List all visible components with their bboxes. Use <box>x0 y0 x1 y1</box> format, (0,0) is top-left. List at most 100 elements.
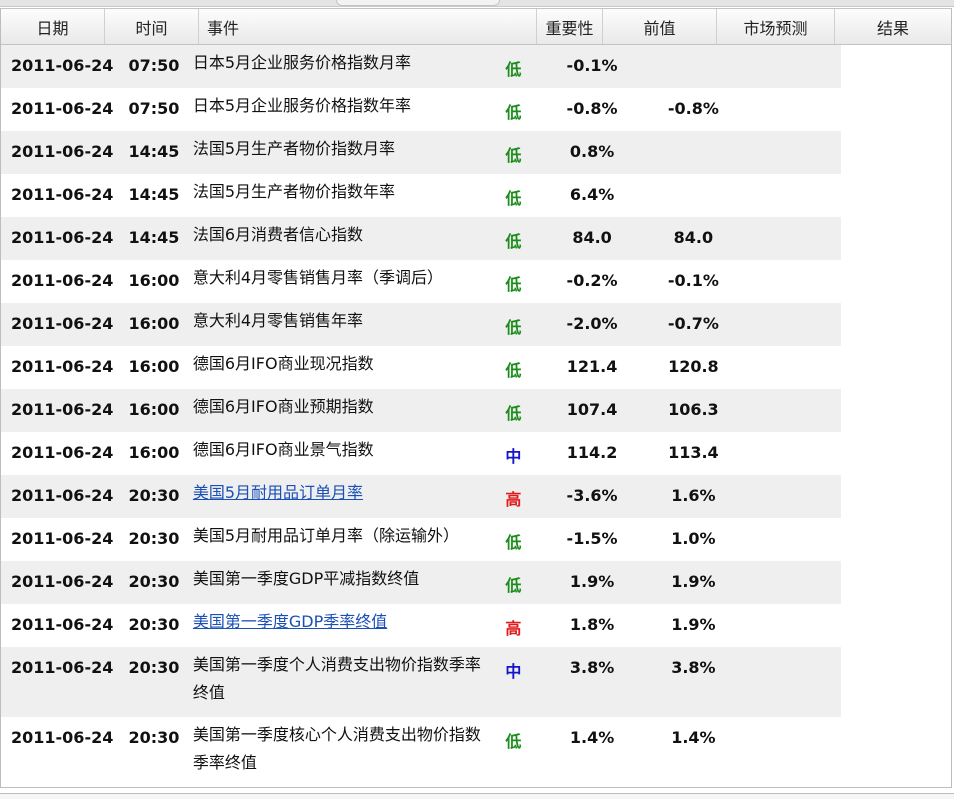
cell-forecast: 1.4% <box>671 728 716 747</box>
cell-date: 2011-06-24 <box>11 529 114 548</box>
importance-badge: 低 <box>505 189 522 208</box>
table-row: 2011-06-24 14:45 法国6月消费者信心指数 低 84.0 84.0 <box>1 217 951 260</box>
cell-event: 美国第一季度个人消费支出物价指数季率终值 <box>189 647 485 717</box>
table-row: 2011-06-24 16:00 意大利4月零售销售月率（季调后） 低 -0.2% -0.… <box>1 260 951 303</box>
cell-result <box>745 217 841 260</box>
cell-event: 德国6月IFO商业现况指数 <box>189 346 485 389</box>
cell-time: 20:30 <box>128 572 180 591</box>
event-name: 意大利4月零售销售年率 <box>192 311 364 330</box>
event-name: 法国5月生产者物价指数年率 <box>192 182 396 201</box>
cell-previous: -0.1% <box>566 56 618 75</box>
cell-forecast <box>642 131 745 174</box>
cell-result <box>745 174 841 217</box>
table-row: 2011-06-24 07:50 日本5月企业服务价格指数月率 低 -0.1% <box>1 45 951 88</box>
event-name: 美国第一季度个人消费支出物价指数季率终值 <box>192 655 481 702</box>
event-name: 日本5月企业服务价格指数月率 <box>192 53 412 72</box>
cell-date: 2011-06-24 <box>11 185 114 204</box>
row-cells: 2011-06-24 20:30 美国5月耐用品订单月率（除运输外） 低 -1.5% 1.… <box>1 518 841 561</box>
table-row: 2011-06-24 16:00 德国6月IFO商业景气指数 中 114.2 113.4 <box>1 432 951 475</box>
event-name: 德国6月IFO商业景气指数 <box>192 440 374 459</box>
row-cells: 2011-06-24 20:30 美国第一季度核心个人消费支出物价指数季率终值 低 1.… <box>1 717 841 787</box>
window-bottom-edge <box>0 793 954 799</box>
table-row: 2011-06-24 20:30 美国5月耐用品订单月率 高 -3.6% 1.6% <box>1 475 951 518</box>
row-cells: 2011-06-24 20:30 美国第一季度GDP季率终值 高 1.8% 1.9% <box>1 604 841 647</box>
importance-badge: 低 <box>505 232 522 251</box>
cell-result <box>745 475 841 518</box>
importance-badge: 高 <box>505 619 522 638</box>
cell-forecast: 120.8 <box>668 357 719 376</box>
importance-badge: 低 <box>505 576 522 595</box>
cell-previous: 3.8% <box>569 658 615 677</box>
event-name: 美国第一季度GDP平减指数终值 <box>192 569 420 588</box>
table-row: 2011-06-24 20:30 美国第一季度GDP季率终值 高 1.8% 1.9% <box>1 604 951 647</box>
table-row: 2011-06-24 07:50 日本5月企业服务价格指数年率 低 -0.8% -0.8% <box>1 88 951 131</box>
cell-time: 16:00 <box>128 443 180 462</box>
tab-notch <box>336 0 500 6</box>
event-name: 意大利4月零售销售月率（季调后） <box>192 268 444 287</box>
cell-result <box>745 647 841 717</box>
row-cells: 2011-06-24 07:50 日本5月企业服务价格指数月率 低 -0.1% <box>1 45 841 88</box>
cell-date: 2011-06-24 <box>11 99 114 118</box>
cell-previous: -0.8% <box>566 99 618 118</box>
event-link[interactable]: 美国第一季度GDP季率终值 <box>193 612 387 631</box>
cell-time: 20:30 <box>128 529 180 548</box>
cell-date: 2011-06-24 <box>11 658 114 677</box>
cell-previous: 114.2 <box>566 443 618 462</box>
cell-time: 16:00 <box>128 314 180 333</box>
row-cells: 2011-06-24 16:00 意大利4月零售销售年率 低 -2.0% -0.7% <box>1 303 841 346</box>
cell-result <box>745 260 841 303</box>
row-cells: 2011-06-24 20:30 美国第一季度个人消费支出物价指数季率终值 中 3.8%… <box>1 647 841 717</box>
importance-badge: 低 <box>505 103 522 122</box>
cell-forecast <box>642 45 745 88</box>
cell-time: 20:30 <box>128 728 180 747</box>
cell-forecast: 3.8% <box>671 658 716 677</box>
cell-forecast: -0.8% <box>667 99 719 118</box>
cell-date: 2011-06-24 <box>11 572 114 591</box>
cell-event: 意大利4月零售销售月率（季调后） <box>189 260 485 303</box>
importance-badge: 中 <box>505 662 522 681</box>
cell-forecast: -0.1% <box>667 271 719 290</box>
cell-result <box>745 389 841 432</box>
cell-date: 2011-06-24 <box>11 443 114 462</box>
row-cells: 2011-06-24 16:00 德国6月IFO商业景气指数 中 114.2 113.4 <box>1 432 841 475</box>
cell-event: 美国5月耐用品订单月率 <box>189 475 485 518</box>
cell-previous: 0.8% <box>569 142 615 161</box>
cell-result <box>745 432 841 475</box>
cell-previous: 107.4 <box>566 400 618 419</box>
table-body: 2011-06-24 07:50 日本5月企业服务价格指数月率低 -0.1% 2011-… <box>1 45 951 787</box>
cell-time: 14:45 <box>128 185 180 204</box>
cell-event: 美国第一季度GDP季率终值 <box>189 604 485 647</box>
cell-result <box>745 88 841 131</box>
table-row: 2011-06-24 14:45 法国5月生产者物价指数月率 低 0.8% <box>1 131 951 174</box>
cell-result <box>745 303 841 346</box>
cell-forecast: -0.7% <box>667 314 719 333</box>
event-link[interactable]: 美国5月耐用品订单月率 <box>193 483 363 502</box>
header-event: 事件 <box>199 9 537 44</box>
cell-result <box>745 518 841 561</box>
table-row: 2011-06-24 20:30 美国5月耐用品订单月率（除运输外） 低 -1.5% 1.… <box>1 518 951 561</box>
importance-badge: 高 <box>505 490 522 509</box>
cell-date: 2011-06-24 <box>11 314 114 333</box>
cell-previous: -3.6% <box>566 486 618 505</box>
header-previous: 前值 <box>603 9 717 44</box>
cell-previous: -0.2% <box>566 271 618 290</box>
row-cells: 2011-06-24 20:30 美国5月耐用品订单月率 高 -3.6% 1.6% <box>1 475 841 518</box>
cell-event: 美国第一季度GDP平减指数终值 <box>189 561 485 604</box>
importance-badge: 低 <box>505 533 522 552</box>
cell-time: 07:50 <box>128 99 180 118</box>
cell-date: 2011-06-24 <box>11 56 114 75</box>
cell-result <box>745 604 841 647</box>
event-name: 法国6月消费者信心指数 <box>192 225 364 244</box>
cell-event: 法国5月生产者物价指数年率 <box>189 174 485 217</box>
row-cells: 2011-06-24 16:00 意大利4月零售销售月率（季调后） 低 -0.2% -0.… <box>1 260 841 303</box>
cell-time: 14:45 <box>128 228 180 247</box>
cell-event: 日本5月企业服务价格指数年率 <box>189 88 485 131</box>
cell-forecast: 1.9% <box>671 615 716 634</box>
cell-time: 16:00 <box>128 271 180 290</box>
browser-top-strip <box>0 0 954 7</box>
cell-date: 2011-06-24 <box>11 228 114 247</box>
cell-event: 意大利4月零售销售年率 <box>189 303 485 346</box>
event-name: 日本5月企业服务价格指数年率 <box>192 96 412 115</box>
cell-result <box>745 45 841 88</box>
cell-previous: 84.0 <box>572 228 612 247</box>
